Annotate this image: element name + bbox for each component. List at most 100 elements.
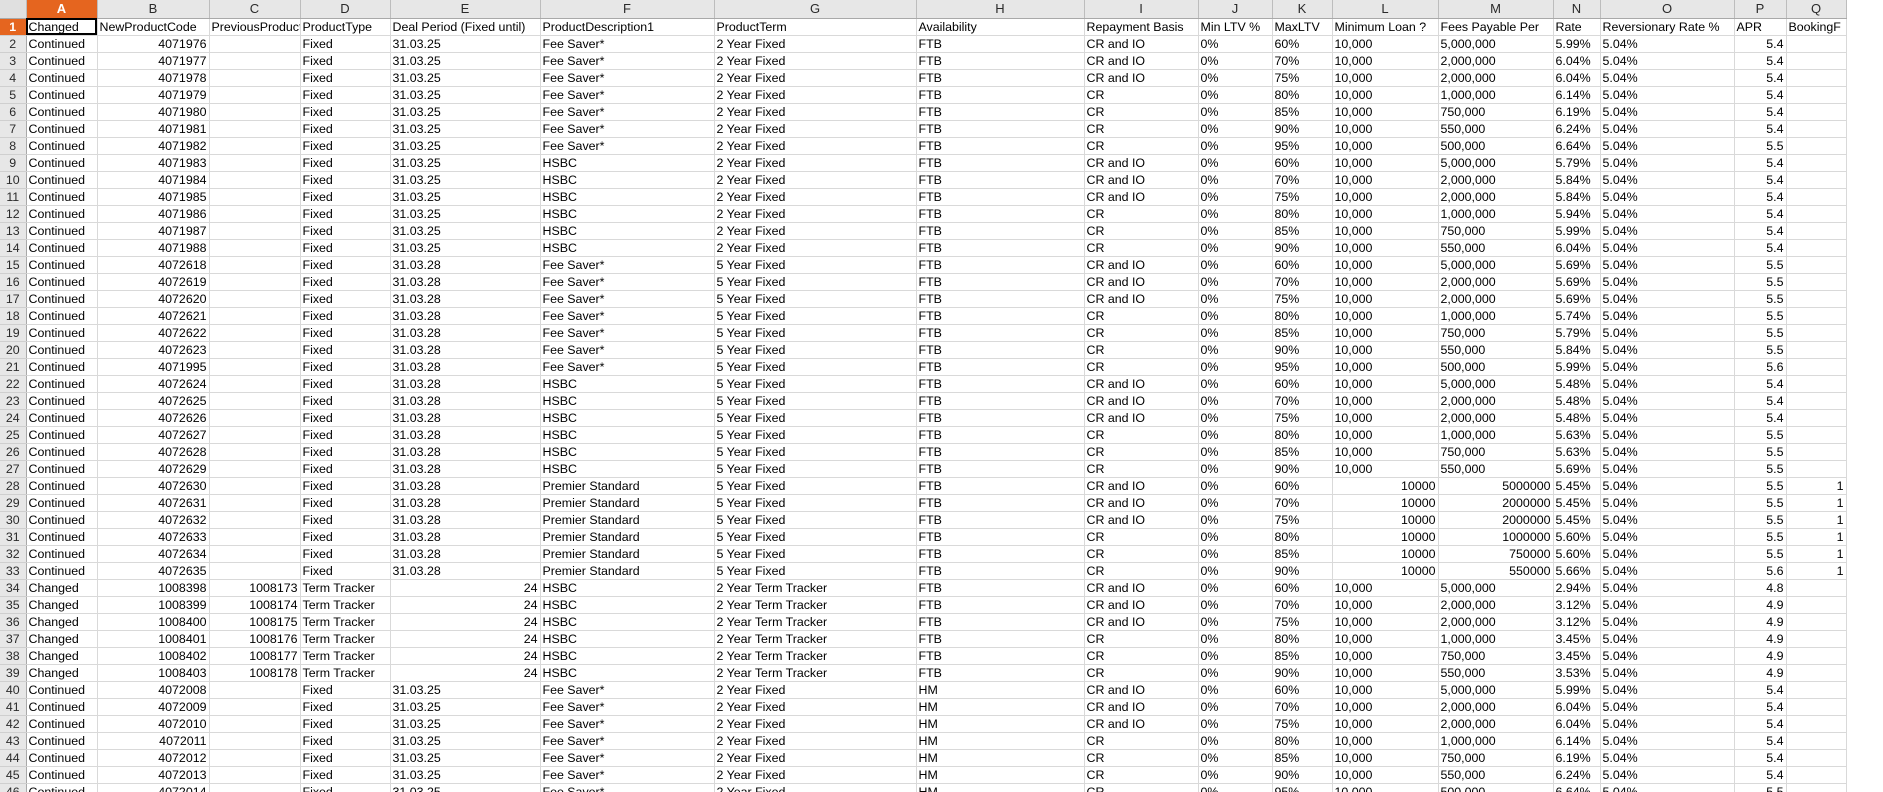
cell-e33[interactable]: 31.03.28 [390, 562, 541, 580]
cell-a10[interactable]: Continued [26, 171, 98, 189]
cell-q41[interactable] [1786, 698, 1847, 716]
cell-g40[interactable]: 2 Year Fixed [714, 681, 917, 699]
cell-c3[interactable] [209, 52, 301, 70]
cell-j6[interactable]: 0% [1198, 103, 1273, 121]
cell-k42[interactable]: 75% [1272, 715, 1333, 733]
cell-o41[interactable]: 5.04% [1600, 698, 1735, 716]
cell-i1[interactable]: Repayment Basis [1084, 18, 1199, 36]
cell-c1[interactable]: PreviousProductCode [209, 18, 301, 36]
row-header-32[interactable]: 32 [0, 545, 27, 563]
cell-n43[interactable]: 6.14% [1553, 732, 1601, 750]
cell-b33[interactable]: 4072635 [97, 562, 210, 580]
cell-l18[interactable]: 10,000 [1332, 307, 1439, 325]
cell-f46[interactable]: Fee Saver* [540, 783, 715, 792]
cell-h11[interactable]: FTB [916, 188, 1085, 206]
cell-b17[interactable]: 4072620 [97, 290, 210, 308]
cell-i13[interactable]: CR [1084, 222, 1199, 240]
cell-f3[interactable]: Fee Saver* [540, 52, 715, 70]
cell-f36[interactable]: HSBC [540, 613, 715, 631]
cell-o32[interactable]: 5.04% [1600, 545, 1735, 563]
cell-k40[interactable]: 60% [1272, 681, 1333, 699]
cell-e23[interactable]: 31.03.28 [390, 392, 541, 410]
cell-a12[interactable]: Continued [26, 205, 98, 223]
cell-f13[interactable]: HSBC [540, 222, 715, 240]
cell-n29[interactable]: 5.45% [1553, 494, 1601, 512]
cell-o34[interactable]: 5.04% [1600, 579, 1735, 597]
column-header-m[interactable]: M [1438, 0, 1554, 19]
cell-g5[interactable]: 2 Year Fixed [714, 86, 917, 104]
cell-m32[interactable]: 750000 [1438, 545, 1554, 563]
cell-g2[interactable]: 2 Year Fixed [714, 35, 917, 53]
cell-i45[interactable]: CR [1084, 766, 1199, 784]
cell-l10[interactable]: 10,000 [1332, 171, 1439, 189]
cell-l26[interactable]: 10,000 [1332, 443, 1439, 461]
cell-d35[interactable]: Term Tracker [300, 596, 391, 614]
cell-c25[interactable] [209, 426, 301, 444]
cell-c36[interactable]: 1008175 [209, 613, 301, 631]
cell-q38[interactable] [1786, 647, 1847, 665]
cell-k36[interactable]: 75% [1272, 613, 1333, 631]
cell-h35[interactable]: FTB [916, 596, 1085, 614]
cell-f19[interactable]: Fee Saver* [540, 324, 715, 342]
cell-k24[interactable]: 75% [1272, 409, 1333, 427]
cell-b43[interactable]: 4072011 [97, 732, 210, 750]
cell-d24[interactable]: Fixed [300, 409, 391, 427]
cell-m29[interactable]: 2000000 [1438, 494, 1554, 512]
cell-m9[interactable]: 5,000,000 [1438, 154, 1554, 172]
cell-m10[interactable]: 2,000,000 [1438, 171, 1554, 189]
cell-e24[interactable]: 31.03.28 [390, 409, 541, 427]
cell-k28[interactable]: 60% [1272, 477, 1333, 495]
cell-l13[interactable]: 10,000 [1332, 222, 1439, 240]
cell-i3[interactable]: CR and IO [1084, 52, 1199, 70]
cell-g10[interactable]: 2 Year Fixed [714, 171, 917, 189]
cell-g19[interactable]: 5 Year Fixed [714, 324, 917, 342]
column-header-c[interactable]: C [209, 0, 301, 19]
cell-k29[interactable]: 70% [1272, 494, 1333, 512]
row-header-27[interactable]: 27 [0, 460, 27, 478]
cell-p29[interactable]: 5.5 [1734, 494, 1787, 512]
cell-n27[interactable]: 5.69% [1553, 460, 1601, 478]
cell-k30[interactable]: 75% [1272, 511, 1333, 529]
cell-b18[interactable]: 4072621 [97, 307, 210, 325]
cell-n28[interactable]: 5.45% [1553, 477, 1601, 495]
cell-l29[interactable]: 10000 [1332, 494, 1439, 512]
cell-j25[interactable]: 0% [1198, 426, 1273, 444]
cell-i4[interactable]: CR and IO [1084, 69, 1199, 87]
cell-p34[interactable]: 4.8 [1734, 579, 1787, 597]
cell-n15[interactable]: 5.69% [1553, 256, 1601, 274]
cell-i40[interactable]: CR and IO [1084, 681, 1199, 699]
cell-h46[interactable]: HM [916, 783, 1085, 792]
cell-e3[interactable]: 31.03.25 [390, 52, 541, 70]
cell-n4[interactable]: 6.04% [1553, 69, 1601, 87]
cell-f40[interactable]: Fee Saver* [540, 681, 715, 699]
cell-a41[interactable]: Continued [26, 698, 98, 716]
cell-e11[interactable]: 31.03.25 [390, 188, 541, 206]
cell-m19[interactable]: 750,000 [1438, 324, 1554, 342]
cell-i8[interactable]: CR [1084, 137, 1199, 155]
cell-j28[interactable]: 0% [1198, 477, 1273, 495]
cell-k2[interactable]: 60% [1272, 35, 1333, 53]
cell-d3[interactable]: Fixed [300, 52, 391, 70]
cell-k35[interactable]: 70% [1272, 596, 1333, 614]
cell-j12[interactable]: 0% [1198, 205, 1273, 223]
cell-f45[interactable]: Fee Saver* [540, 766, 715, 784]
cell-j16[interactable]: 0% [1198, 273, 1273, 291]
cell-k43[interactable]: 80% [1272, 732, 1333, 750]
cell-o18[interactable]: 5.04% [1600, 307, 1735, 325]
cell-e42[interactable]: 31.03.25 [390, 715, 541, 733]
cell-q28[interactable]: 1 [1786, 477, 1847, 495]
cell-f21[interactable]: Fee Saver* [540, 358, 715, 376]
cell-l2[interactable]: 10,000 [1332, 35, 1439, 53]
cell-n31[interactable]: 5.60% [1553, 528, 1601, 546]
cell-b39[interactable]: 1008403 [97, 664, 210, 682]
cell-e30[interactable]: 31.03.28 [390, 511, 541, 529]
cell-p9[interactable]: 5.4 [1734, 154, 1787, 172]
cell-l41[interactable]: 10,000 [1332, 698, 1439, 716]
cell-p43[interactable]: 5.4 [1734, 732, 1787, 750]
cell-i43[interactable]: CR [1084, 732, 1199, 750]
cell-e21[interactable]: 31.03.28 [390, 358, 541, 376]
cell-c27[interactable] [209, 460, 301, 478]
cell-g22[interactable]: 5 Year Fixed [714, 375, 917, 393]
cell-o11[interactable]: 5.04% [1600, 188, 1735, 206]
cell-m30[interactable]: 2000000 [1438, 511, 1554, 529]
